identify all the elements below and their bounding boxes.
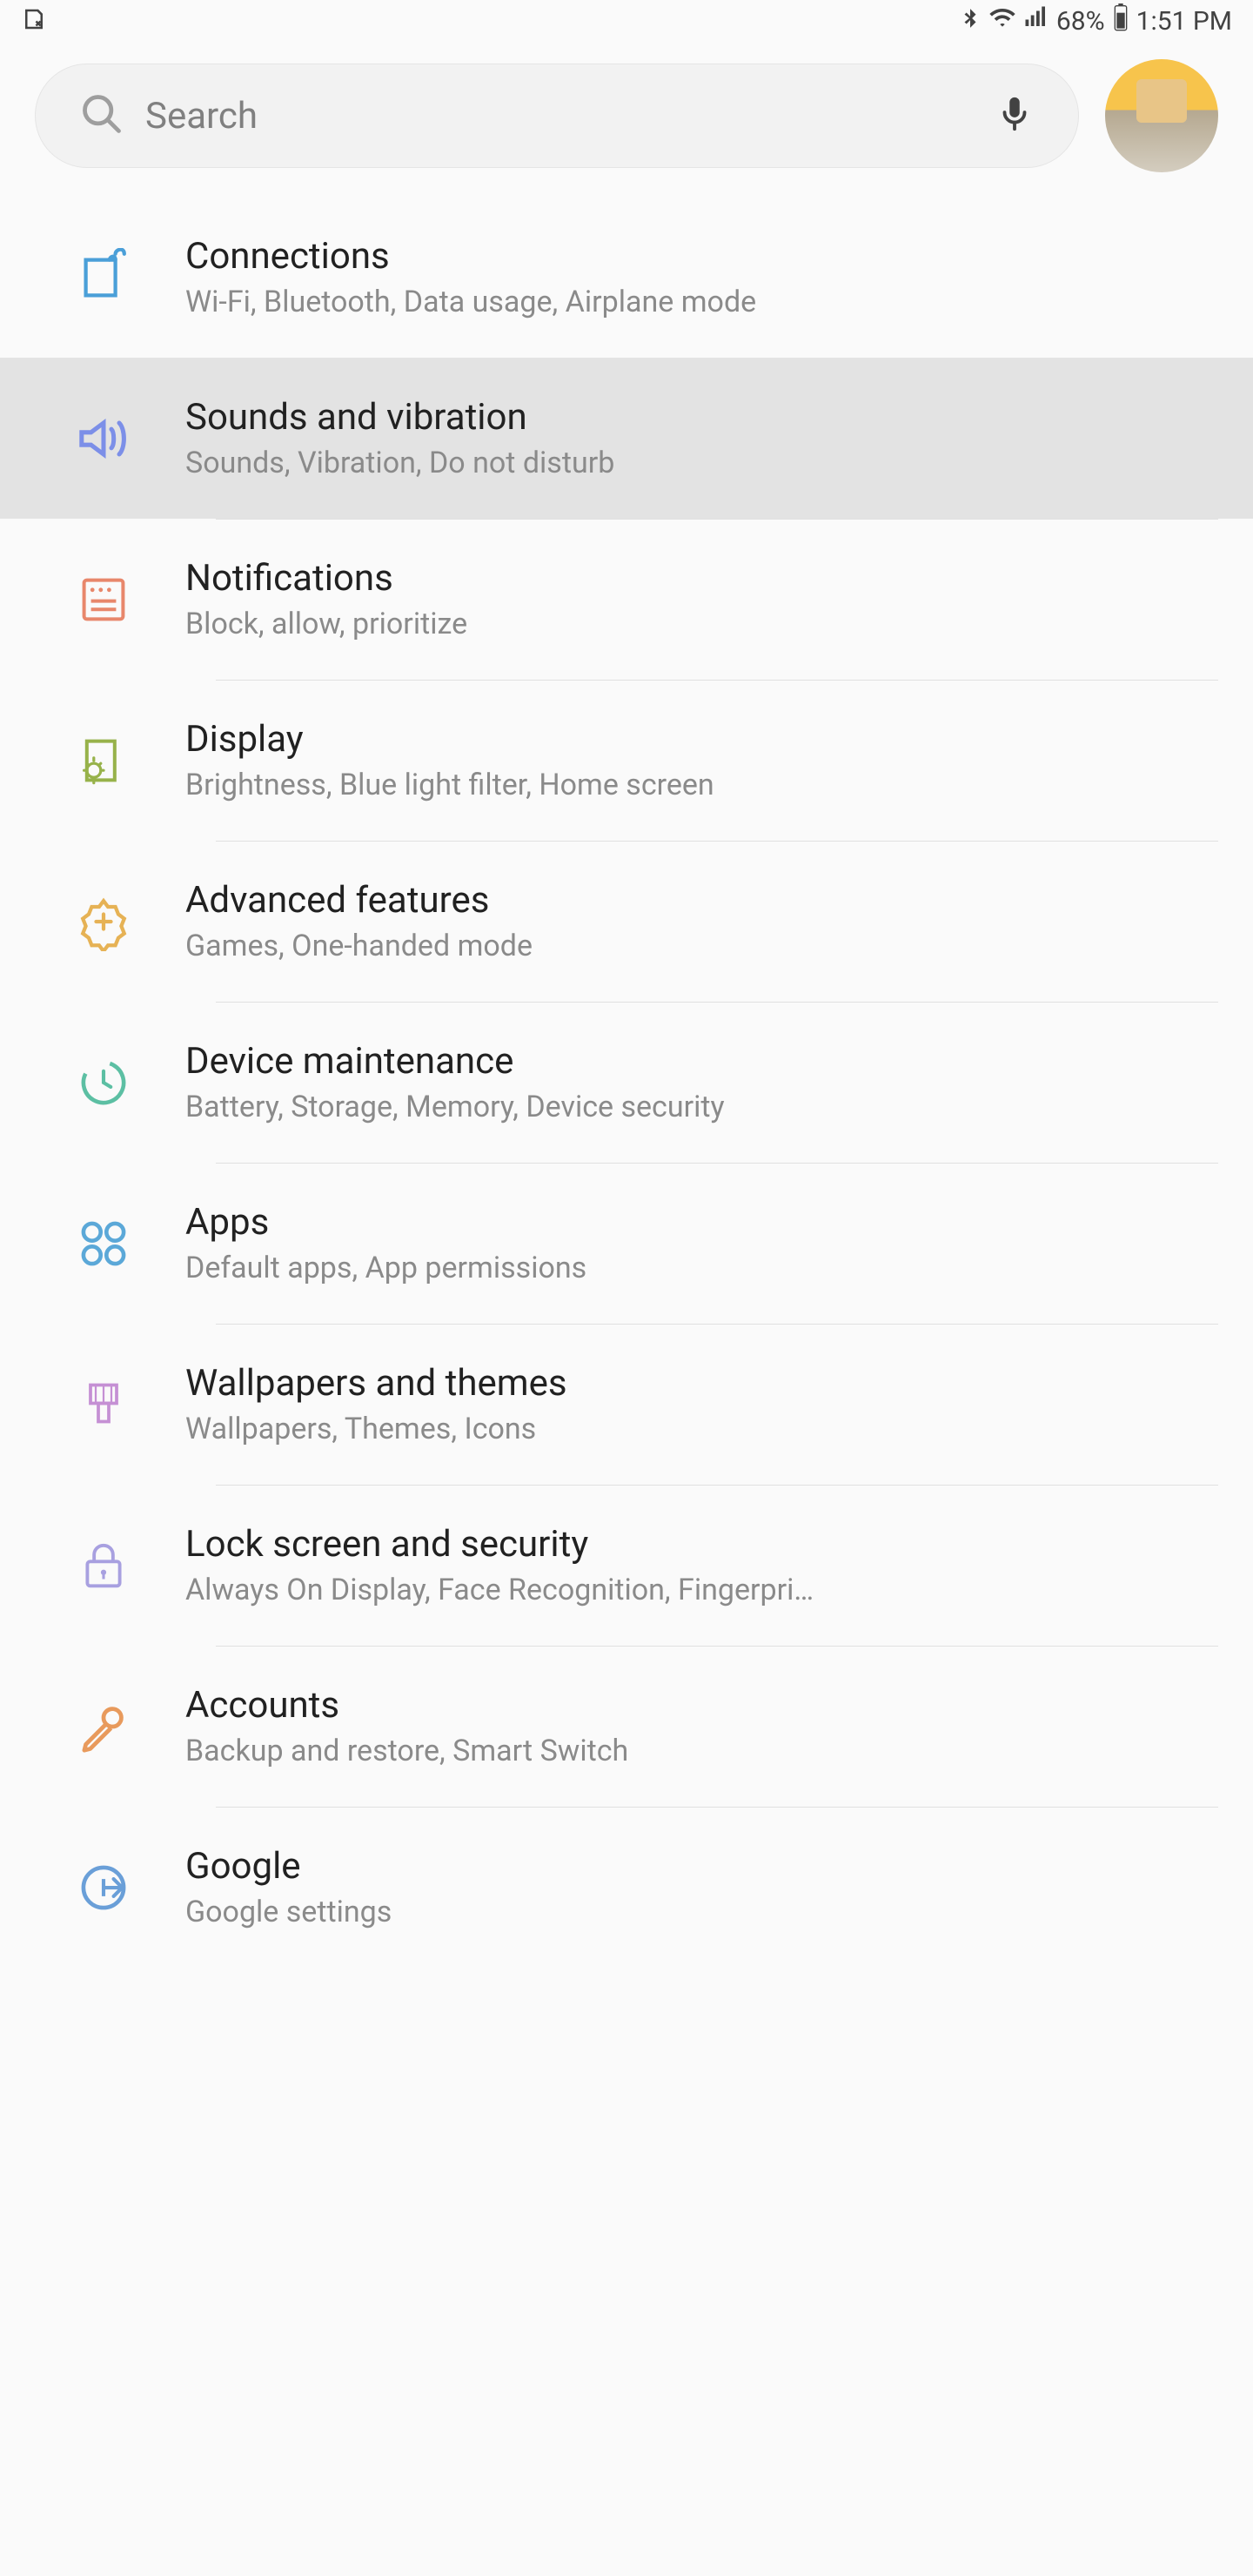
wallpapers-icon: [72, 1373, 135, 1436]
accounts-icon: [72, 1695, 135, 1758]
item-title: Sounds and vibration: [185, 396, 1211, 439]
item-title: Display: [185, 718, 1211, 761]
profile-avatar[interactable]: [1105, 59, 1218, 172]
item-subtitle: Sounds, Vibration, Do not disturb: [185, 446, 1211, 480]
settings-item-display[interactable]: Display Brightness, Blue light filter, H…: [0, 680, 1253, 841]
item-subtitle: Battery, Storage, Memory, Device securit…: [185, 1090, 1211, 1124]
search-icon: [79, 91, 124, 140]
lock-icon: [72, 1534, 135, 1597]
item-subtitle: Default apps, App permissions: [185, 1251, 1211, 1285]
sound-icon: [72, 407, 135, 470]
item-subtitle: Block, allow, prioritize: [185, 607, 1211, 641]
battery-percent: 68%: [1056, 6, 1105, 37]
item-subtitle: Wallpapers, Themes, Icons: [185, 1412, 1211, 1446]
wifi-icon: [988, 3, 1016, 38]
settings-item-sounds[interactable]: Sounds and vibration Sounds, Vibration, …: [0, 358, 1253, 519]
item-subtitle: Games, One-handed mode: [185, 929, 1211, 963]
search-bar[interactable]: Search: [35, 64, 1079, 168]
settings-item-apps[interactable]: Apps Default apps, App permissions: [0, 1163, 1253, 1324]
apps-icon: [72, 1212, 135, 1275]
settings-item-accounts[interactable]: Accounts Backup and restore, Smart Switc…: [0, 1646, 1253, 1807]
display-icon: [72, 729, 135, 792]
google-icon: [72, 1856, 135, 1919]
status-bar: 68% 1:51 PM: [0, 0, 1253, 42]
item-title: Apps: [185, 1201, 1211, 1244]
item-title: Advanced features: [185, 879, 1211, 922]
settings-item-wallpapers[interactable]: Wallpapers and themes Wallpapers, Themes…: [0, 1324, 1253, 1485]
item-title: Wallpapers and themes: [185, 1362, 1211, 1405]
item-title: Lock screen and security: [185, 1523, 1211, 1566]
settings-item-lockscreen[interactable]: Lock screen and security Always On Displ…: [0, 1485, 1253, 1646]
connections-icon: [72, 246, 135, 309]
search-container: Search: [0, 42, 1253, 197]
item-subtitle: Wi-Fi, Bluetooth, Data usage, Airplane m…: [185, 285, 1211, 319]
item-title: Notifications: [185, 557, 1211, 600]
clock: 1:51 PM: [1136, 6, 1232, 37]
settings-item-connections[interactable]: Connections Wi-Fi, Bluetooth, Data usage…: [0, 197, 1253, 358]
notifications-icon: [72, 568, 135, 631]
item-title: Accounts: [185, 1684, 1211, 1727]
item-title: Connections: [185, 235, 1211, 278]
settings-item-google[interactable]: Google Google settings: [0, 1807, 1253, 1968]
search-placeholder: Search: [145, 95, 974, 138]
item-subtitle: Backup and restore, Smart Switch: [185, 1734, 1211, 1768]
maintenance-icon: [72, 1051, 135, 1114]
settings-item-notifications[interactable]: Notifications Block, allow, prioritize: [0, 519, 1253, 680]
sim-error-icon: [21, 6, 47, 36]
item-subtitle: Brightness, Blue light filter, Home scre…: [185, 768, 1211, 802]
signal-icon: [1023, 4, 1049, 37]
advanced-icon: [72, 890, 135, 953]
mic-icon[interactable]: [995, 94, 1035, 138]
item-title: Google: [185, 1845, 1211, 1888]
bluetooth-icon: [959, 6, 982, 37]
item-subtitle: Google settings: [185, 1895, 1211, 1929]
item-subtitle: Always On Display, Face Recognition, Fin…: [185, 1573, 1211, 1607]
settings-item-advanced[interactable]: Advanced features Games, One-handed mode: [0, 841, 1253, 1002]
item-title: Device maintenance: [185, 1040, 1211, 1083]
settings-list: Connections Wi-Fi, Bluetooth, Data usage…: [0, 197, 1253, 1968]
settings-item-maintenance[interactable]: Device maintenance Battery, Storage, Mem…: [0, 1002, 1253, 1163]
battery-icon: [1112, 3, 1129, 38]
